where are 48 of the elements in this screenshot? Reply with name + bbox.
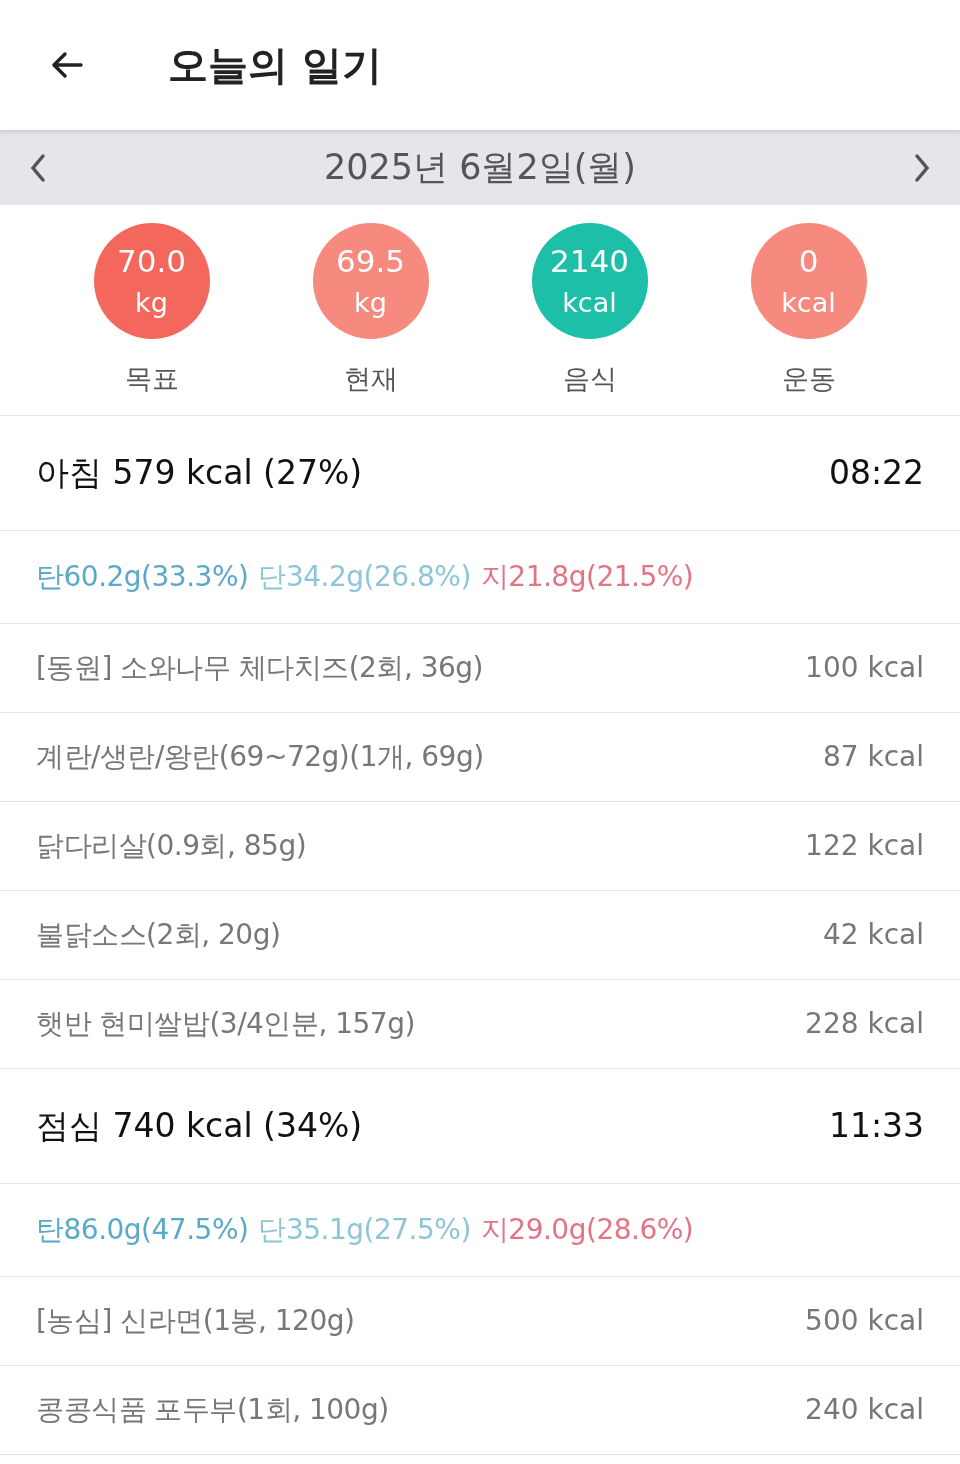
food-row[interactable]: [동원] 소와나무 체다치즈(2회, 36g) 100 kcal xyxy=(0,624,960,713)
meal-time: 11:33 xyxy=(828,1105,924,1148)
summary-unit: kcal xyxy=(781,286,836,320)
food-row[interactable]: [농심] 신라면(1봉, 120g) 500 kcal xyxy=(0,1277,960,1366)
summary-label: 현재 xyxy=(343,362,398,396)
chevron-left-icon xyxy=(30,153,46,182)
summary-value: 70.0 xyxy=(117,242,186,281)
food-row[interactable]: 계란/생란/왕란(69~72g)(1개, 69g) 87 kcal xyxy=(0,713,960,802)
food-calories: 87 kcal xyxy=(822,739,924,775)
food-calories: 42 kcal xyxy=(822,917,924,953)
macro-text: 지29.0g(28.6%) xyxy=(480,1212,694,1248)
food-row[interactable]: 불닭소스(2회, 20g) 42 kcal xyxy=(0,891,960,980)
food-row[interactable]: 닭다리살(0.9회, 85g) 122 kcal xyxy=(0,802,960,891)
food-name: 계란/생란/왕란(69~72g)(1개, 69g) xyxy=(36,739,484,775)
food-name: [농심] 신라면(1봉, 120g) xyxy=(36,1303,355,1339)
date-label: 2025년 6월2일(월) xyxy=(323,146,636,190)
food-name: [동원] 소와나무 체다치즈(2회, 36g) xyxy=(36,650,483,686)
food-row[interactable]: 콩콩식품 포두부(1회, 100g) 240 kcal xyxy=(0,1366,960,1455)
summary-label: 목표 xyxy=(124,362,179,396)
food-calories: 228 kcal xyxy=(805,1006,924,1042)
screen-title: 오늘의 일기 xyxy=(168,41,382,90)
macro-text: 탄86.0g(47.5%) xyxy=(36,1212,249,1248)
food-calories: 122 kcal xyxy=(805,828,924,864)
food-name: 콩콩식품 포두부(1회, 100g) xyxy=(36,1392,389,1428)
food-name: 닭다리살(0.9회, 85g) xyxy=(36,828,307,864)
summary-label: 운동 xyxy=(781,362,836,396)
macro-text: 지21.8g(21.5%) xyxy=(480,559,694,595)
summary-unit: kcal xyxy=(562,286,617,320)
food-row[interactable]: 햇반 현미쌀밥(3/4인분, 157g) 228 kcal xyxy=(0,980,960,1069)
back-arrow-icon xyxy=(51,51,83,79)
macro-text: 탄60.2g(33.3%) xyxy=(36,559,249,595)
summary-label: 음식 xyxy=(562,362,617,396)
food-name: 햇반 현미쌀밥(3/4인분, 157g) xyxy=(36,1006,415,1042)
summary-value: 69.5 xyxy=(336,242,405,281)
chevron-right-icon xyxy=(914,153,930,182)
summary-value: 2140 xyxy=(550,242,629,281)
meal-title: 아침 579 kcal (27%) xyxy=(36,452,363,495)
meal-time: 08:22 xyxy=(828,452,924,495)
summary-unit: kg xyxy=(135,286,168,320)
food-name: 불닭소스(2회, 20g) xyxy=(36,917,281,953)
summary-value: 0 xyxy=(798,242,819,281)
macro-text: 단35.1g(27.5%) xyxy=(258,1212,471,1248)
food-calories: 100 kcal xyxy=(805,650,924,686)
macro-text: 단34.2g(26.8%) xyxy=(258,559,471,595)
meal-title: 점심 740 kcal (34%) xyxy=(36,1105,363,1148)
food-calories: 240 kcal xyxy=(805,1392,924,1428)
food-calories: 500 kcal xyxy=(805,1303,924,1339)
summary-unit: kg xyxy=(354,286,387,320)
